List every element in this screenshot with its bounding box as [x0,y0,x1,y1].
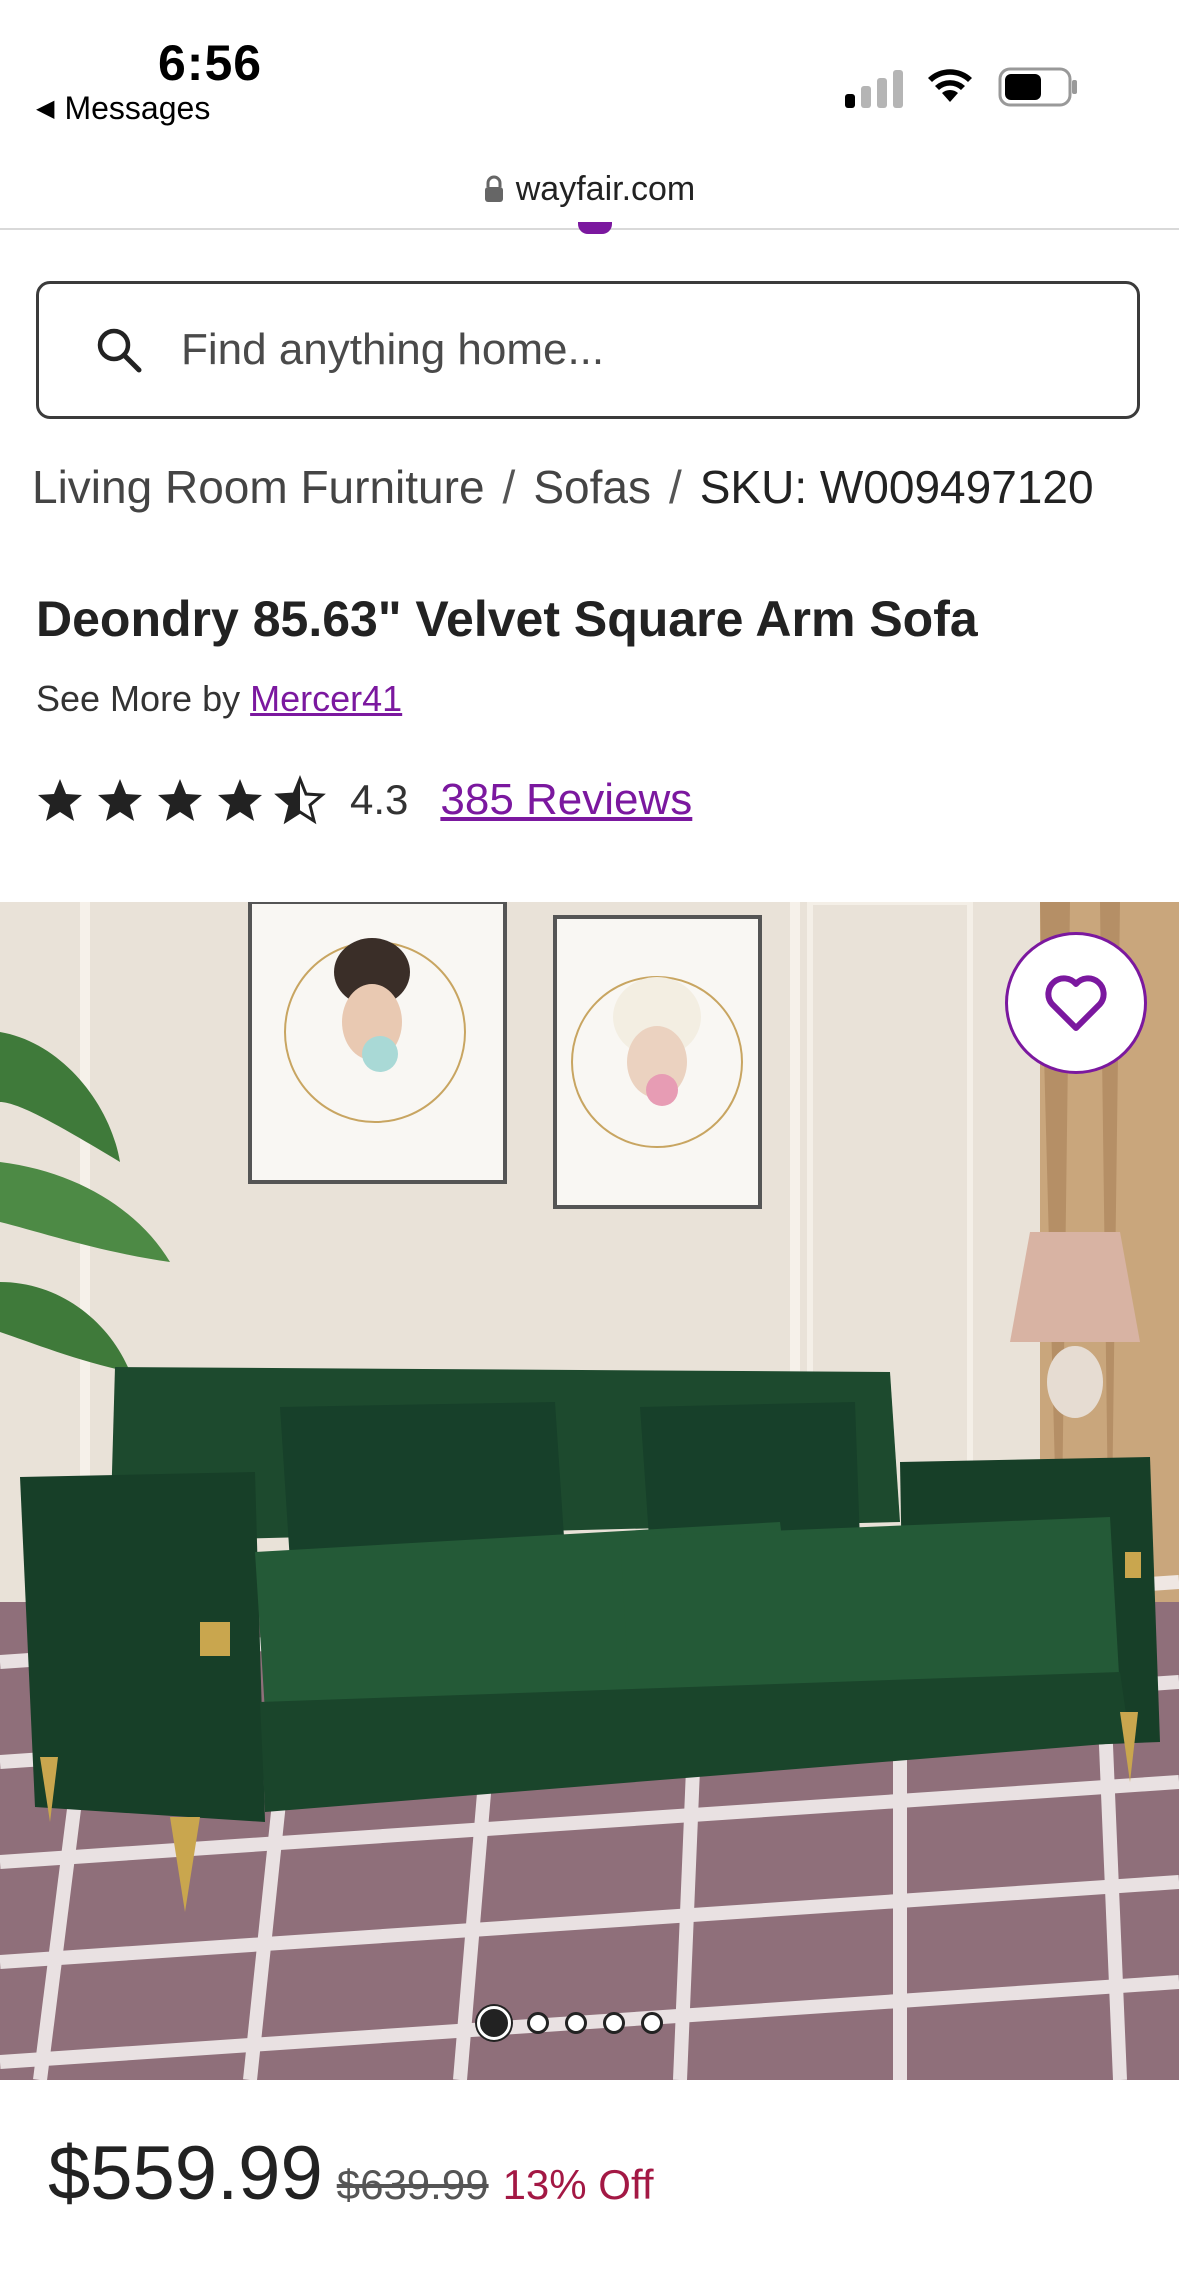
back-triangle-icon: ◀ [36,95,55,122]
breadcrumb-sku: SKU: W009497120 [699,461,1094,513]
breadcrumb-sofas[interactable]: Sofas [533,460,651,514]
rating-value: 4.3 [350,776,409,823]
url-domain: wayfair.com [515,169,696,208]
brand-link[interactable]: Mercer41 [250,678,402,719]
back-label: Messages [64,90,211,126]
star-rating-icon [38,777,324,823]
see-more-prefix: See More by [36,678,241,719]
status-time: 6:56 [158,35,263,91]
heart-icon [1045,975,1107,1031]
carousel-dot[interactable] [527,2012,549,2034]
reviews-link[interactable]: 385 Reviews [440,775,692,825]
carousel-dots [477,2006,663,2040]
cellular-signal-icon [845,66,903,108]
search-bar[interactable] [36,281,1140,419]
search-input[interactable] [179,324,1083,376]
wifi-icon [926,64,974,109]
lock-icon [484,175,503,202]
wayfair-logo-fragment [578,222,612,234]
carousel-dot[interactable] [565,2012,587,2034]
breadcrumb: Living Room Furniture / Sofas / SKU: W00… [32,460,1094,514]
carousel-dot[interactable] [603,2012,625,2034]
favorite-button[interactable] [1005,932,1147,1074]
breadcrumb-living-room-furniture[interactable]: Living Room Furniture [32,460,485,514]
sale-price: $559.99 [48,2131,323,2216]
breadcrumb-separator: / [502,461,516,513]
see-more-by: See More by Mercer41 [36,678,402,720]
discount-label: 13% Off [502,2161,654,2208]
battery-icon [998,66,1080,113]
search-icon [97,328,142,373]
carousel-dot[interactable] [477,2006,511,2040]
rating-row: 4.3 385 Reviews [36,772,692,828]
carousel-dot[interactable] [641,2012,663,2034]
breadcrumb-separator: / [668,461,682,513]
product-title: Deondry 85.63" Velvet Square Arm Sofa [36,591,978,647]
back-to-messages-button[interactable]: ◀ Messages [36,90,210,127]
price-row: $559.99 $639.99 13% Off [48,2130,654,2217]
product-image[interactable] [0,902,1179,2080]
original-price: $639.99 [336,2161,489,2208]
url-bar[interactable]: wayfair.com [0,150,1179,230]
